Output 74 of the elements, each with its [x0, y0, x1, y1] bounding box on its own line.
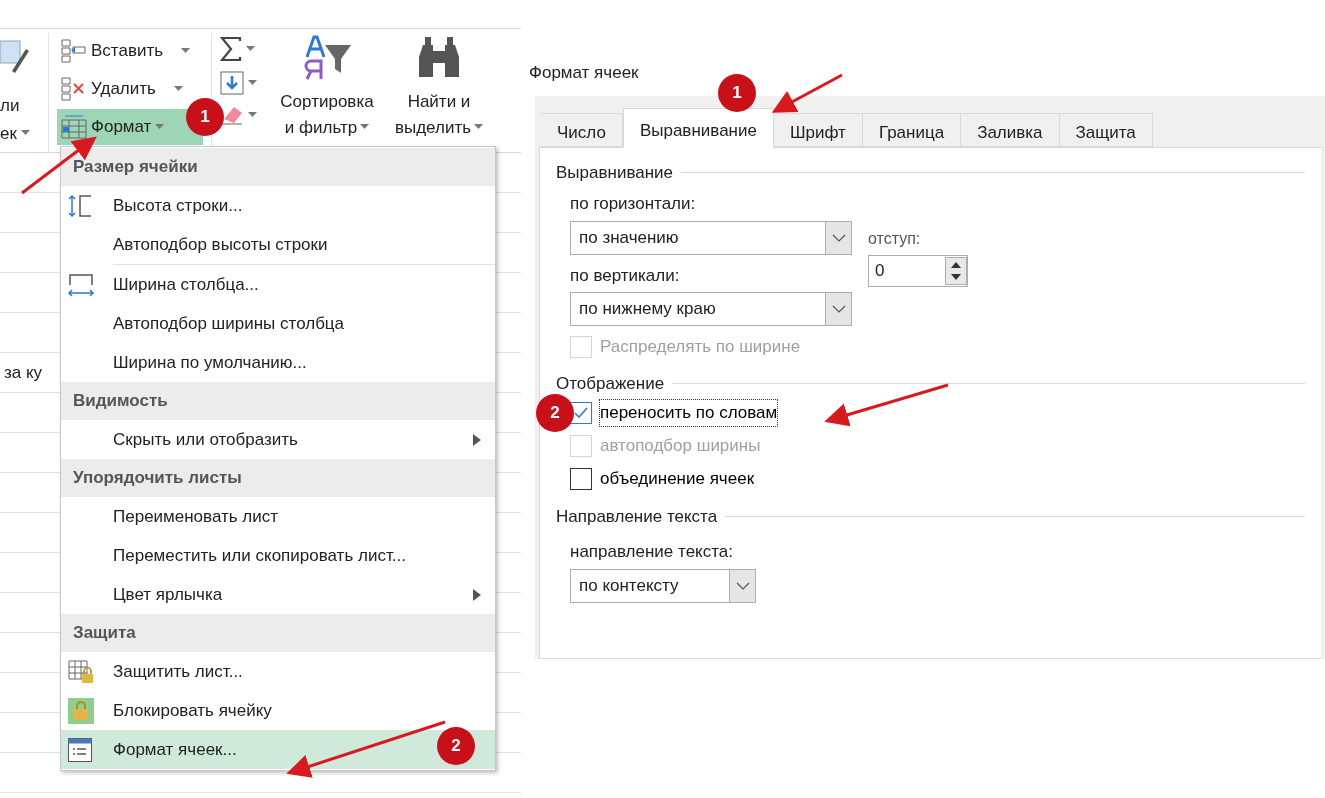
spin-field[interactable]: 0 — [868, 255, 968, 287]
menu-item[interactable]: Защитить лист... — [61, 652, 495, 691]
caret-icon — [248, 112, 257, 118]
submenu-arrow-icon — [473, 433, 481, 446]
dialog-title: Формат ячеек — [529, 62, 640, 84]
eraser-icon — [220, 105, 244, 125]
caret-icon — [20, 130, 30, 137]
checkbox-label: автоподбор ширины — [600, 435, 761, 458]
format-table-icon — [61, 115, 87, 139]
step-badge: 1 — [718, 74, 756, 112]
chevron-down-icon — [735, 581, 750, 590]
menu-item[interactable]: Высота строки... — [61, 186, 495, 225]
checkbox-label: переносить по словам — [600, 400, 778, 426]
ribbon-label: Сортировка — [280, 91, 374, 113]
insert-cells-icon — [61, 39, 87, 63]
submenu-arrow-icon — [473, 588, 481, 601]
ribbon-button[interactable]: Вставить — [57, 33, 203, 69]
menu-item[interactable]: Переместить или скопировать лист... — [61, 536, 495, 575]
checkbox-label: Распределять по ширине — [600, 335, 801, 358]
menu-section-header: Размер ячейки — [61, 148, 495, 186]
caret-icon — [173, 86, 183, 92]
menu-item[interactable]: Блокировать ячейку — [61, 691, 495, 730]
ribbon-label: ек — [0, 122, 17, 145]
menu-item[interactable]: Ширина по умолчанию... — [61, 343, 495, 382]
sigma-icon — [220, 37, 242, 61]
delete-cells-icon — [61, 77, 87, 101]
menu-item[interactable]: Автоподбор ширины столбца — [61, 304, 495, 343]
caret-icon — [474, 124, 484, 131]
column-width-icon — [67, 272, 95, 297]
field-label: направление текста: — [570, 541, 734, 563]
caret-icon — [155, 124, 165, 130]
format-cells-icon — [67, 736, 93, 763]
cell-text: за ку — [4, 361, 43, 384]
row-height-icon — [67, 193, 93, 218]
menu-section-header: Видимость — [61, 382, 495, 420]
dropdown-field[interactable]: по значению — [570, 220, 852, 255]
caret-icon — [181, 48, 191, 54]
fill-down-icon — [220, 71, 244, 95]
field-label: по горизонтали: — [570, 193, 697, 215]
ribbon-label: Найти и — [407, 91, 471, 113]
group-title: Выравнивание — [556, 161, 674, 184]
menu-item[interactable]: Цвет ярлычка — [61, 575, 495, 614]
menu-item[interactable]: Переименовать лист — [61, 497, 495, 536]
caret-icon — [246, 46, 255, 52]
group-title: Направление текста — [556, 505, 718, 528]
chevron-down-icon — [831, 233, 846, 242]
tab[interactable]: Число — [541, 112, 623, 147]
dropdown-field[interactable]: по нижнему краю — [570, 292, 852, 326]
checkbox[interactable] — [570, 468, 592, 490]
caret-icon — [248, 80, 257, 86]
annotation-arrow — [771, 73, 843, 113]
field-label: по вертикали: — [570, 264, 681, 287]
caret-icon — [360, 124, 370, 131]
tab[interactable]: Защита — [1059, 112, 1153, 147]
ribbon-label: выделить — [394, 116, 472, 139]
menu-section-header: Защита — [61, 614, 495, 652]
menu-item[interactable]: Автоподбор высоты строки — [61, 225, 495, 264]
tab[interactable]: Выравнивание — [622, 107, 774, 148]
spinner-arrows-icon — [945, 257, 967, 285]
menu-item[interactable]: Ширина столбца... — [61, 265, 495, 304]
menu-section-header: Упорядочить листы — [61, 459, 495, 497]
ribbon-label: и фильтр — [284, 116, 358, 139]
field-label: отступ: — [868, 229, 922, 249]
grid-lock-icon — [67, 658, 95, 685]
lock-icon — [67, 696, 95, 725]
ribbon-label: ли — [0, 95, 20, 117]
tab[interactable]: Граница — [862, 112, 962, 147]
dropdown-field[interactable]: по контексту — [570, 568, 756, 603]
group-title: Отображение — [556, 373, 665, 395]
menu-item[interactable]: Скрыть или отобразить — [61, 420, 495, 459]
tab[interactable]: Заливка — [961, 112, 1060, 147]
checkbox-label: объединение ячеек — [600, 468, 755, 491]
chevron-down-icon — [831, 305, 846, 313]
tab[interactable]: Шрифт — [773, 112, 863, 147]
